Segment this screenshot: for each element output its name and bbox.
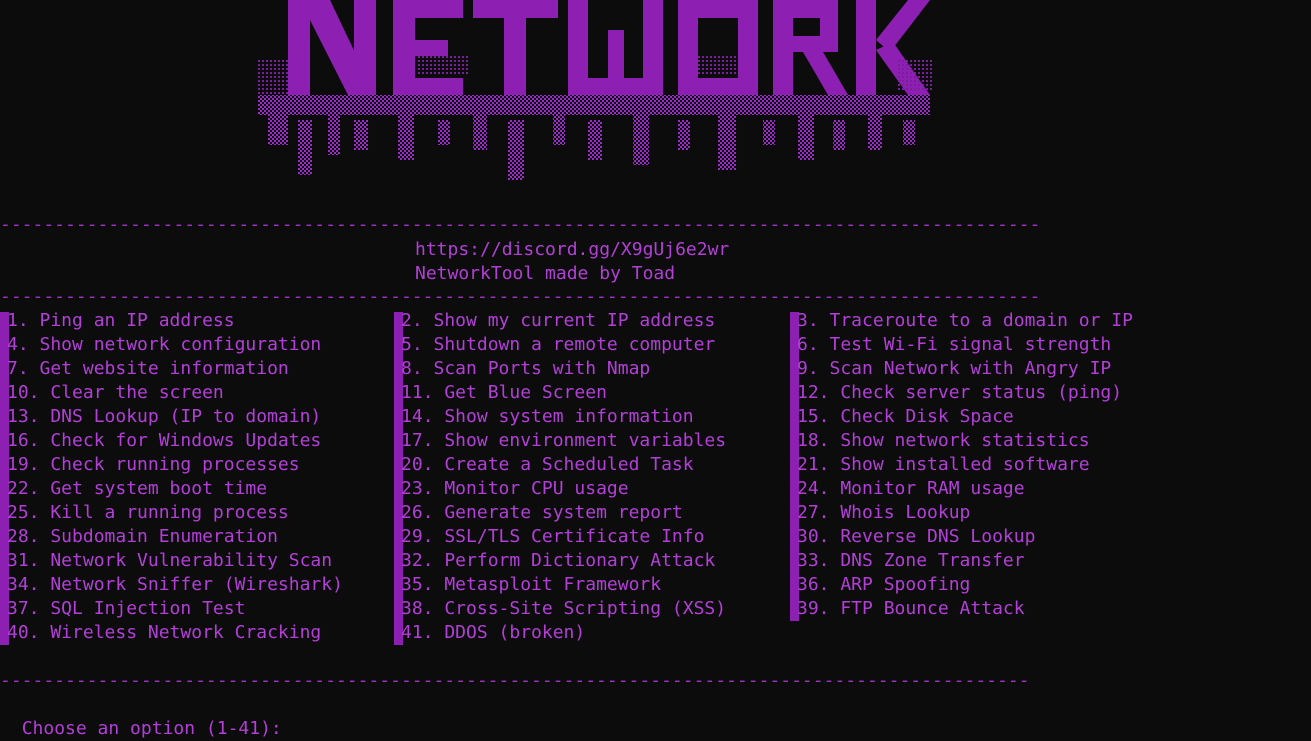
menu-item[interactable]: 14. Show system information	[394, 405, 726, 429]
menu-item[interactable]: 22. Get system boot time	[0, 477, 343, 501]
menu-item[interactable]: 16. Check for Windows Updates	[0, 429, 343, 453]
discord-link[interactable]: https://discord.gg/X9gUj6e2wr	[415, 238, 729, 262]
menu-item[interactable]: 2. Show my current IP address	[394, 309, 726, 333]
credit-line: NetworkTool made by Toad	[415, 263, 676, 284]
menu-item[interactable]: 5. Shutdown a remote computer	[394, 333, 726, 357]
menu-item[interactable]: 17. Show environment variables	[394, 429, 726, 453]
menu-item[interactable]: 9. Scan Network with Angry IP	[790, 357, 1133, 381]
menu-item[interactable]: 28. Subdomain Enumeration	[0, 525, 343, 549]
menu-item[interactable]: 24. Monitor RAM usage	[790, 477, 1133, 501]
menu-item[interactable]: 10. Clear the screen	[0, 381, 343, 405]
menu-item[interactable]: 4. Show network configuration	[0, 333, 343, 357]
menu-column-3: 3. Traceroute to a domain or IP 6. Test …	[790, 309, 1133, 621]
top-divider: ----------------------------------------…	[0, 215, 1041, 235]
menu-item[interactable]: 34. Network Sniffer (Wireshark)	[0, 573, 343, 597]
input-cursor[interactable]	[293, 732, 303, 734]
menu-item[interactable]: 27. Whois Lookup	[790, 501, 1133, 525]
menu-item[interactable]: 35. Metasploit Framework	[394, 573, 726, 597]
menu-item[interactable]: 18. Show network statistics	[790, 429, 1133, 453]
menu-item[interactable]: 12. Check server status (ping)	[790, 381, 1133, 405]
menu-item[interactable]: 11. Get Blue Screen	[394, 381, 726, 405]
menu-item[interactable]: 36. ARP Spoofing	[790, 573, 1133, 597]
menu-item[interactable]: 39. FTP Bounce Attack	[790, 597, 1133, 621]
menu-item[interactable]: 40. Wireless Network Cracking	[0, 621, 343, 645]
menu-item[interactable]: 13. DNS Lookup (IP to domain)	[0, 405, 343, 429]
menu-item[interactable]: 19. Check running processes	[0, 453, 343, 477]
menu-item[interactable]: 25. Kill a running process	[0, 501, 343, 525]
menu-item[interactable]: 1. Ping an IP address	[0, 309, 343, 333]
menu-item[interactable]: 6. Test Wi-Fi signal strength	[790, 333, 1133, 357]
menu-item[interactable]: 15. Check Disk Space	[790, 405, 1133, 429]
menu-item[interactable]: 26. Generate system report	[394, 501, 726, 525]
menu-item[interactable]: 29. SSL/TLS Certificate Info	[394, 525, 726, 549]
menu-item[interactable]: 23. Monitor CPU usage	[394, 477, 726, 501]
menu-column-2: 2. Show my current IP address 5. Shutdow…	[394, 309, 726, 645]
menu-item[interactable]: 3. Traceroute to a domain or IP	[790, 309, 1133, 333]
menu-item[interactable]: 20. Create a Scheduled Task	[394, 453, 726, 477]
menu-item[interactable]: 38. Cross-Site Scripting (XSS)	[394, 597, 726, 621]
menu-item[interactable]: 31. Network Vulnerability Scan	[0, 549, 343, 573]
middle-divider: ----------------------------------------…	[0, 287, 1041, 307]
prompt-label: Choose an option (1-41):	[21, 718, 293, 739]
menu-item[interactable]: 41. DDOS (broken)	[394, 621, 726, 645]
menu-item[interactable]: 7. Get website information	[0, 357, 343, 381]
menu-column-1: 1. Ping an IP address 4. Show network co…	[0, 309, 343, 645]
menu-item[interactable]: 8. Scan Ports with Nmap	[394, 357, 726, 381]
menu-item[interactable]: 30. Reverse DNS Lookup	[790, 525, 1133, 549]
bottom-divider: ----------------------------------------…	[0, 671, 1030, 691]
menu-item[interactable]: 32. Perform Dictionary Attack	[394, 549, 726, 573]
option-prompt[interactable]: Choose an option (1-41):	[0, 693, 303, 741]
menu-item[interactable]: 33. DNS Zone Transfer	[790, 549, 1133, 573]
network-logo-art	[258, 0, 933, 180]
network-logo-banner	[258, 0, 938, 215]
menu-item[interactable]: 37. SQL Injection Test	[0, 597, 343, 621]
menu-item[interactable]: 21. Show installed software	[790, 453, 1133, 477]
